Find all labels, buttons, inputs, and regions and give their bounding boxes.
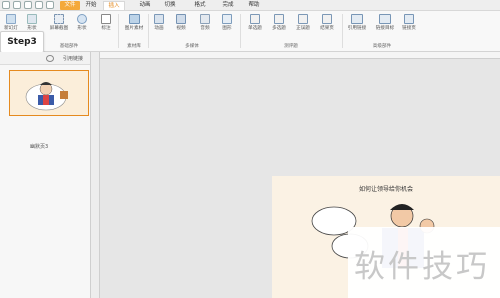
tab-help[interactable]: 帮助 <box>244 1 264 10</box>
redo-icon[interactable] <box>35 1 43 9</box>
flash-button[interactable]: 动画 <box>150 14 168 31</box>
annotation-button[interactable]: 标注 <box>98 14 114 31</box>
shape-art-button[interactable]: 形状 <box>74 14 90 31</box>
image-library-button[interactable]: 图片素材 <box>122 14 146 31</box>
app-logo-icon <box>2 1 10 9</box>
chart-button[interactable]: 图形 <box>218 14 236 31</box>
link-target-icon <box>379 14 391 24</box>
screenshot-icon <box>54 14 64 24</box>
ribbon-divider <box>148 14 149 48</box>
tab-quote-link[interactable]: 引用链接 <box>63 55 83 62</box>
multi-choice-button[interactable]: 多选题 <box>268 14 290 31</box>
audio-label: 音频 <box>200 26 210 31</box>
shape-art-icon <box>77 14 87 24</box>
save-icon[interactable] <box>13 1 21 9</box>
video-label: 视频 <box>176 26 186 31</box>
slide-icon <box>6 14 16 24</box>
result-page-icon <box>322 14 332 24</box>
audio-icon <box>200 14 210 24</box>
multi-choice-label: 多选题 <box>272 26 286 31</box>
step-callout: Step3 <box>0 31 44 53</box>
link-page-button[interactable]: 链接页 <box>398 14 420 31</box>
slide-thumbnail[interactable] <box>9 70 89 116</box>
single-choice-label: 单选题 <box>248 26 262 31</box>
flash-label: 动画 <box>154 26 164 31</box>
annotation-icon <box>101 14 111 24</box>
tab-transition[interactable]: 切换 <box>160 1 180 10</box>
watermark-text: 软件技巧 <box>354 249 490 285</box>
ribbon-divider <box>342 14 343 48</box>
result-page-button[interactable]: 结果页 <box>316 14 338 31</box>
image-icon <box>128 14 140 24</box>
single-choice-button[interactable]: 单选题 <box>244 14 266 31</box>
slide-thumbnail-panel: 引用链接 幽默页3 <box>0 52 91 298</box>
chart-label: 图形 <box>222 26 232 31</box>
single-choice-icon <box>250 14 260 24</box>
reference-link-icon <box>351 14 363 24</box>
group-library-label: 素材库 <box>127 44 141 49</box>
vertical-ruler <box>91 52 100 298</box>
true-false-button[interactable]: 正误题 <box>292 14 314 31</box>
screenshot-button[interactable]: 屏幕截图 <box>48 14 70 31</box>
shape-art-label: 形状 <box>77 26 87 31</box>
screenshot-label: 屏幕截图 <box>49 26 69 31</box>
group-quiz-label: 测评题 <box>284 44 298 49</box>
result-page-label: 结果页 <box>320 26 334 31</box>
video-icon <box>176 14 186 24</box>
link-target-label: 链接目标 <box>375 26 395 31</box>
tab-home[interactable]: 开始 <box>81 1 101 10</box>
link-page-icon <box>404 14 414 24</box>
flash-icon <box>154 14 164 24</box>
true-false-icon <box>298 14 308 24</box>
panel-tabs: 引用链接 <box>0 52 90 65</box>
ribbon-divider <box>118 14 119 48</box>
reference-link-button[interactable]: 引用链接 <box>344 14 370 31</box>
reference-link-label: 引用链接 <box>347 26 367 31</box>
tab-insert[interactable]: 插入 <box>103 1 125 10</box>
watermark: 软件技巧 <box>348 227 500 298</box>
tab-animation[interactable]: 动画 <box>135 1 155 10</box>
horizontal-ruler <box>91 52 500 59</box>
ribbon-toolbar: 新幻灯片 形状 屏幕截图 形状 标注 基础部件 图片素材 素材库 动画 视频 音… <box>0 11 500 52</box>
annotation-label: 标注 <box>101 26 111 31</box>
ribbon-divider <box>240 14 241 48</box>
shapes-icon <box>27 14 37 24</box>
link-target-button[interactable]: 链接目标 <box>372 14 398 31</box>
group-basic-label: 基础部件 <box>59 44 79 49</box>
multi-choice-icon <box>274 14 284 24</box>
tab-format[interactable]: 格式 <box>190 1 210 10</box>
image-library-label: 图片素材 <box>124 26 144 31</box>
tab-file[interactable]: 文件 <box>60 1 80 10</box>
group-advanced-label: 高级部件 <box>372 44 392 49</box>
tab-publish[interactable]: 完成 <box>218 1 238 10</box>
chart-icon <box>222 14 232 24</box>
audio-button[interactable]: 音频 <box>196 14 214 31</box>
video-button[interactable]: 视频 <box>172 14 190 31</box>
preview-icon[interactable] <box>46 1 54 9</box>
true-false-label: 正误题 <box>296 26 310 31</box>
add-icon[interactable] <box>46 55 54 62</box>
undo-icon[interactable] <box>24 1 32 9</box>
thumbnail-illustration <box>25 82 68 111</box>
menu-bar: 文件 开始 插入 动画 切换 格式 完成 帮助 <box>0 0 500 11</box>
group-media-label: 多媒体 <box>185 44 199 49</box>
shapes-button[interactable]: 形状 <box>24 14 40 31</box>
link-page-label: 链接页 <box>402 26 416 31</box>
thumbnail-label: 幽默页3 <box>30 144 49 150</box>
